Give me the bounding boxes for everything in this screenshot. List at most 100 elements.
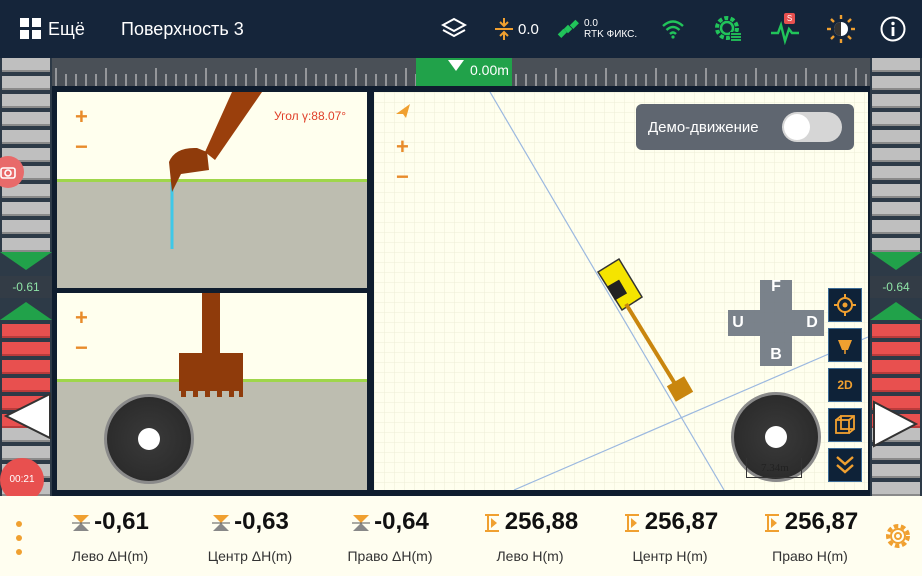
pulse-icon	[771, 21, 799, 45]
scale-target-marker-lower	[0, 302, 52, 320]
reading-value: 256,87	[600, 508, 740, 536]
gear-icon	[886, 524, 910, 548]
brightness-icon	[827, 15, 855, 43]
ruler-pointer-icon	[448, 60, 464, 71]
info-icon	[880, 16, 906, 42]
vertical-dots-icon	[16, 521, 22, 555]
side-view-panel: Угол γ:88.07° + −	[57, 92, 367, 288]
layers-button[interactable]	[441, 0, 467, 58]
bucket-view-button[interactable]	[828, 328, 862, 362]
rtk-value: 0.0	[584, 18, 598, 29]
right-arrow-button[interactable]	[870, 400, 922, 448]
height-offset-value: 0.0	[518, 20, 539, 38]
chevron-double-down-icon	[836, 456, 854, 474]
plan-view-map[interactable]: + − Демо-движение F B U D 2D 7.34m	[374, 92, 868, 490]
info-button[interactable]	[880, 0, 906, 58]
scale-segment-below	[872, 324, 920, 338]
front-view-zoom-in[interactable]: +	[75, 305, 88, 331]
dpad-left-button[interactable]: U	[728, 314, 748, 332]
wifi-button[interactable]	[661, 0, 685, 58]
dpad-up-button[interactable]: F	[766, 278, 786, 296]
reading-value: 256,87	[740, 508, 880, 536]
side-view-zoom-out[interactable]: −	[75, 134, 88, 160]
camera-icon	[0, 167, 16, 179]
collapse-tools-button[interactable]	[828, 448, 862, 482]
arrow-right-icon	[873, 400, 919, 448]
scale-segment	[2, 238, 50, 252]
map-scale-label: 7.34m	[761, 462, 789, 474]
scale-segment	[872, 76, 920, 90]
reading-label: Право ΔH(m)	[347, 548, 433, 564]
arrow-left-icon	[3, 392, 51, 440]
scale-segment	[872, 112, 920, 126]
scale-segment	[2, 130, 50, 144]
scale-target-marker-lower	[870, 302, 922, 320]
view-3d-button[interactable]	[828, 408, 862, 442]
crosshair-icon	[834, 294, 856, 316]
brightness-button[interactable]	[826, 0, 856, 58]
demo-motion-control: Демо-движение	[636, 104, 854, 150]
more-options-button[interactable]	[12, 518, 26, 558]
scale-segment-below	[2, 324, 50, 338]
rtk-status-label: RTK ФИКС.	[584, 29, 638, 40]
demo-motion-toggle[interactable]	[782, 112, 842, 142]
reading-value-text: 256,87	[784, 508, 859, 535]
signal-monitor-button[interactable]: S	[770, 0, 800, 58]
reading-4: 256,88 Лево H(m)	[460, 496, 600, 576]
more-menu-button[interactable]: Ещё	[20, 0, 85, 58]
scale-segment	[872, 148, 920, 162]
reading-value-text: 256,87	[644, 508, 719, 535]
map-zoom-out[interactable]: −	[396, 164, 409, 190]
view-2d-button[interactable]: 2D	[828, 368, 862, 402]
side-view-zoom-in[interactable]: +	[75, 104, 88, 130]
reading-label: Центр H(m)	[632, 548, 708, 564]
rtk-status[interactable]: 0.0 RTK ФИКС.	[556, 0, 637, 58]
scale-segment	[872, 58, 920, 72]
dpad-down-button[interactable]: B	[766, 346, 786, 364]
height-offset-icon	[495, 18, 513, 40]
locate-button[interactable]	[828, 288, 862, 322]
right-scale-readout: -0.64	[870, 276, 922, 298]
surface-title[interactable]: Поверхность 3	[121, 0, 244, 58]
scale-segment	[2, 202, 50, 216]
right-joystick-knob[interactable]	[765, 426, 787, 448]
dpad-right-button[interactable]: D	[802, 314, 822, 332]
scale-segment	[872, 482, 920, 496]
scale-segment	[872, 94, 920, 108]
scale-segment	[2, 76, 50, 90]
left-joystick[interactable]	[104, 394, 194, 484]
height-icon	[624, 513, 639, 532]
reading-value-text: -0,61	[94, 508, 149, 535]
reading-value-text: 256,88	[504, 508, 579, 535]
reading-2: -0,63 Центр ΔH(m)	[180, 496, 320, 576]
left-joystick-knob[interactable]	[138, 428, 160, 450]
scale-segment-below	[872, 378, 920, 392]
scale-segment	[872, 130, 920, 144]
cube-icon	[835, 415, 855, 434]
bucket-icon	[838, 340, 852, 354]
reading-3: -0,64 Право ΔH(m)	[320, 496, 460, 576]
scale-segment	[872, 220, 920, 234]
view-2d-label: 2D	[837, 378, 853, 392]
left-arrow-button[interactable]	[0, 392, 52, 440]
reading-value: -0,64	[320, 508, 460, 536]
reading-value-text: -0,63	[234, 508, 289, 535]
satellite-icon	[557, 19, 579, 38]
machine-settings-button[interactable]	[714, 0, 742, 58]
scale-segment-below	[2, 378, 50, 392]
recording-timer-label: 00:21	[9, 474, 35, 485]
grid-icon	[20, 18, 41, 39]
scale-target-marker	[0, 252, 52, 270]
reading-value-text: -0,64	[374, 508, 429, 535]
horizontal-offset-ruler: 0.00m	[52, 58, 870, 86]
reading-5: 256,87 Центр H(m)	[600, 496, 740, 576]
settings-button[interactable]	[884, 522, 912, 550]
height-offset-button[interactable]: 0.0	[494, 0, 539, 58]
height-icon	[484, 513, 499, 532]
map-zoom-in[interactable]: +	[396, 134, 409, 160]
reading-value: -0,61	[40, 508, 180, 536]
front-view-zoom-out[interactable]: −	[75, 335, 88, 361]
reading-value: -0,63	[180, 508, 320, 536]
readings-bar: -0,61 Лево ΔH(m) -0,63 Центр ΔH(m) -0,64 Прав…	[0, 496, 922, 576]
scale-segment	[2, 112, 50, 126]
